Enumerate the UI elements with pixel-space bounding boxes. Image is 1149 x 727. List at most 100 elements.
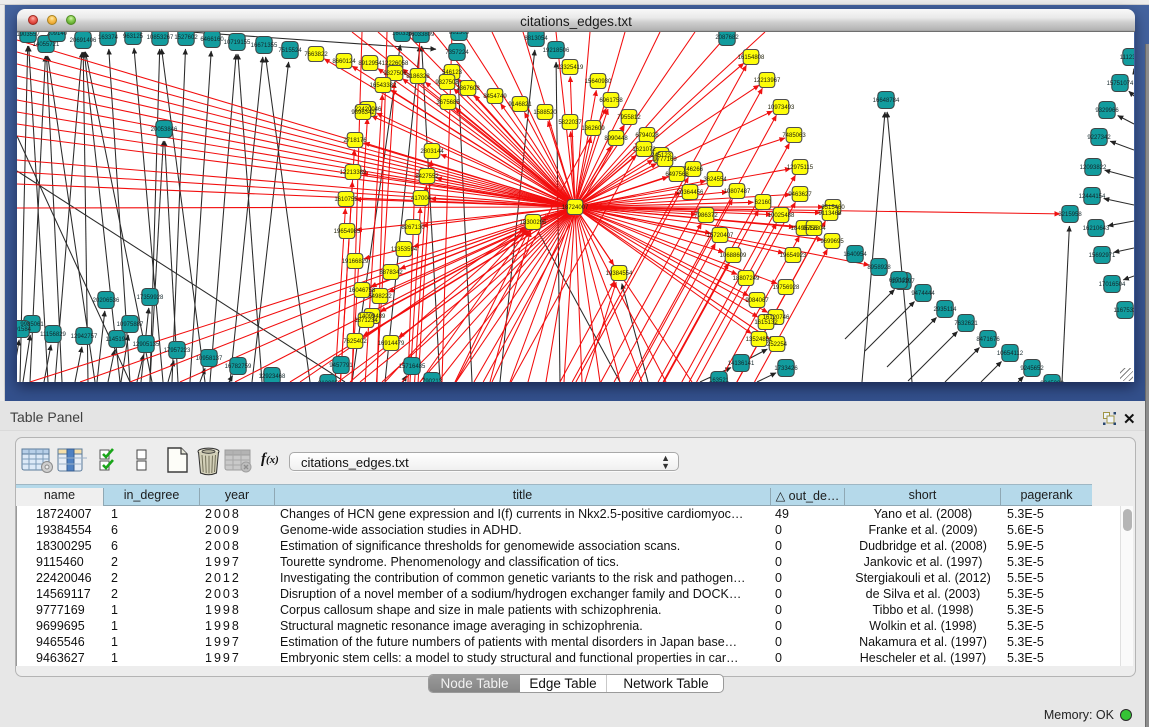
- svg-text:7663822: 7663822: [304, 52, 328, 58]
- svg-text:19218506: 19218506: [543, 48, 570, 54]
- svg-text:8186328: 8186328: [406, 74, 430, 80]
- svg-text:6497568: 6497568: [665, 172, 689, 178]
- svg-text:1527602: 1527602: [174, 35, 198, 41]
- svg-text:12093822: 12093822: [1080, 165, 1107, 171]
- svg-text:9329966: 9329966: [1095, 108, 1119, 114]
- svg-text:209140: 209140: [47, 32, 68, 37]
- svg-text:391584: 391584: [17, 327, 32, 333]
- svg-text:1362609: 1362609: [581, 126, 605, 132]
- svg-text:2935114: 2935114: [934, 307, 958, 313]
- svg-text:9245652: 9245652: [1020, 366, 1044, 372]
- svg-text:9463627: 9463627: [788, 192, 812, 198]
- svg-text:9113468: 9113468: [819, 211, 843, 217]
- svg-text:14136141: 14136141: [728, 361, 755, 367]
- svg-text:11156829: 11156829: [40, 332, 66, 338]
- svg-text:7955812: 7955812: [617, 115, 641, 121]
- svg-text:10975887: 10975887: [117, 322, 144, 328]
- svg-text:13325419: 13325419: [557, 65, 584, 71]
- svg-text:18300295: 18300295: [520, 220, 547, 226]
- svg-text:8471676: 8471676: [976, 337, 1000, 343]
- svg-text:5822037: 5822037: [558, 120, 582, 126]
- svg-text:16154808: 16154808: [738, 55, 765, 61]
- svg-text:8912954: 8912954: [358, 61, 382, 67]
- svg-text:6961758: 6961758: [599, 98, 623, 104]
- svg-text:8878342: 8878342: [379, 270, 403, 276]
- svg-text:1167533: 1167533: [1114, 308, 1134, 314]
- svg-text:16914479: 16914479: [378, 341, 405, 347]
- svg-text:1112334: 1112334: [1120, 55, 1134, 61]
- svg-text:8990448: 8990448: [604, 136, 628, 142]
- svg-text:18807249: 18807249: [733, 276, 760, 282]
- svg-text:9327506: 9327506: [383, 71, 407, 77]
- svg-text:17359928: 17359928: [137, 295, 164, 301]
- svg-text:17016504: 17016504: [1099, 282, 1126, 288]
- svg-text:9896342: 9896342: [351, 110, 375, 116]
- svg-text:12975115: 12975115: [787, 165, 814, 171]
- svg-text:9457791: 9457791: [329, 363, 353, 369]
- svg-text:8454749: 8454749: [483, 94, 507, 100]
- svg-text:8267130: 8267130: [401, 225, 425, 231]
- svg-text:1615132: 1615132: [754, 320, 778, 326]
- svg-text:9146821: 9146821: [508, 102, 532, 108]
- svg-text:10654112: 10654112: [997, 351, 1024, 357]
- svg-text:8660124: 8660124: [332, 59, 356, 65]
- svg-text:10688609: 10688609: [720, 253, 747, 259]
- svg-text:12905135: 12905135: [133, 342, 160, 348]
- svg-text:19756928: 19756928: [773, 285, 800, 291]
- svg-text:15720407: 15720407: [707, 233, 734, 239]
- svg-text:9084067: 9084067: [745, 298, 769, 304]
- svg-text:2367608: 2367608: [456, 86, 480, 92]
- svg-text:11353594: 11353594: [391, 247, 418, 253]
- svg-text:12942757: 12942757: [71, 334, 98, 340]
- svg-text:9512304: 9512304: [802, 226, 826, 232]
- svg-text:687123: 687123: [889, 278, 910, 284]
- svg-text:963125: 963125: [123, 34, 144, 40]
- svg-text:20691406: 20691406: [70, 38, 97, 44]
- svg-text:12226058: 12226058: [382, 61, 409, 67]
- svg-text:20053846: 20053846: [151, 127, 178, 133]
- svg-text:19654985: 19654985: [334, 229, 361, 235]
- svg-text:9474444: 9474444: [911, 291, 935, 297]
- svg-text:7357224: 7357224: [445, 50, 469, 56]
- svg-text:163374: 163374: [98, 35, 119, 41]
- svg-text:15640930: 15640930: [585, 79, 612, 85]
- svg-text:10973493: 10973493: [768, 105, 795, 111]
- svg-text:3215958: 3215958: [1058, 212, 1082, 218]
- svg-text:881305: 881305: [449, 32, 470, 36]
- svg-text:8427552: 8427552: [415, 174, 439, 180]
- svg-text:2803144: 2803144: [420, 149, 444, 155]
- svg-text:16033809: 16033809: [408, 32, 435, 38]
- svg-text:2718176: 2718176: [343, 138, 367, 144]
- svg-text:20206536: 20206536: [93, 298, 120, 304]
- svg-text:1733426: 1733426: [774, 366, 798, 372]
- svg-text:1640954: 1640954: [843, 252, 867, 258]
- svg-text:252254: 252254: [767, 342, 788, 348]
- svg-text:8813054: 8813054: [524, 36, 548, 42]
- svg-text:19654923: 19654923: [780, 253, 807, 259]
- svg-text:20364456: 20364456: [677, 190, 704, 196]
- svg-text:10719155: 10719155: [224, 40, 251, 46]
- svg-text:62160: 62160: [755, 200, 772, 206]
- svg-text:15716485: 15716485: [399, 364, 426, 370]
- svg-text:790213: 790213: [422, 379, 443, 382]
- svg-text:16543382: 16543382: [370, 83, 397, 89]
- svg-text:10807487: 10807487: [724, 189, 751, 195]
- svg-text:163521: 163521: [709, 378, 730, 382]
- svg-text:16210643: 16210643: [1083, 226, 1110, 232]
- svg-text:16782759: 16782759: [225, 364, 252, 370]
- svg-text:1610755: 1610755: [334, 197, 358, 203]
- svg-text:7625402: 7625402: [343, 339, 367, 345]
- svg-text:3675685: 3675685: [436, 100, 460, 106]
- svg-text:3624554: 3624554: [703, 177, 727, 183]
- svg-text:19384554: 19384554: [606, 271, 633, 277]
- svg-text:12923468: 12923468: [259, 374, 286, 380]
- svg-text:417004: 417004: [411, 196, 432, 202]
- svg-text:812095: 812095: [318, 381, 339, 382]
- svg-text:5498222: 5498222: [368, 294, 392, 300]
- svg-text:1588520: 1588520: [533, 110, 557, 116]
- svg-text:10025488: 10025488: [768, 213, 795, 219]
- svg-text:6466160: 6466160: [200, 37, 224, 43]
- svg-text:16671355: 16671355: [251, 43, 278, 49]
- svg-text:8958928: 8958928: [867, 265, 891, 271]
- svg-text:18724007: 18724007: [562, 205, 589, 211]
